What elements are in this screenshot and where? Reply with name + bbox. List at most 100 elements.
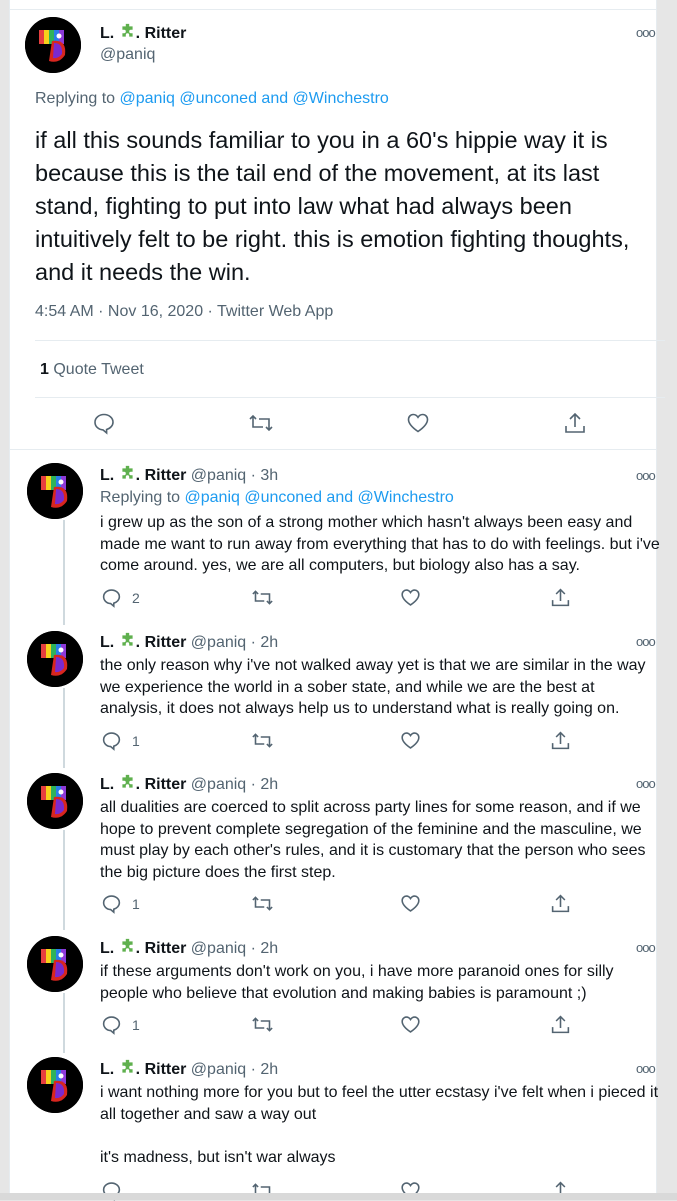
share-button[interactable] (563, 411, 587, 435)
handle-time[interactable]: @paniq · 2h (191, 634, 278, 651)
reply-button[interactable]: 2 (101, 587, 140, 608)
handle-time[interactable]: @paniq · 2h (191, 776, 278, 793)
more-icon[interactable]: ooo (636, 1061, 656, 1076)
like-button[interactable] (400, 893, 421, 914)
reply-button[interactable]: 1 (101, 1014, 140, 1035)
more-icon[interactable]: ooo (636, 940, 656, 955)
quote-label: Quote Tweet (53, 361, 144, 378)
handle-time[interactable]: @paniq · 2h (191, 940, 278, 957)
puzzle-icon (119, 23, 136, 42)
reply-button[interactable] (92, 411, 116, 435)
share-icon (550, 893, 571, 914)
name-suffix: . Ritter (135, 1061, 187, 1078)
handle-time[interactable]: @paniq · 2h (191, 1061, 278, 1078)
share-icon (563, 411, 587, 435)
more-icon[interactable]: ooo (636, 468, 656, 483)
author-name[interactable]: L. . Ritter (100, 1059, 187, 1078)
reply-icon (101, 893, 122, 914)
retweet-icon (251, 587, 274, 608)
reply-count: 1 (132, 732, 140, 749)
share-button[interactable] (550, 893, 571, 914)
reply-text: all dualities are coerced to split acros… (100, 799, 650, 881)
more-icon[interactable]: ooo (636, 776, 656, 791)
retweet-icon (251, 893, 274, 914)
replying-label: Replying to (35, 90, 116, 107)
reply-button[interactable]: 1 (101, 893, 140, 914)
puzzle-icon (119, 938, 136, 957)
avatar[interactable] (27, 631, 83, 687)
tweet-timestamp[interactable]: 4:54 AM · Nov 16, 2020 · Twitter Web App (35, 303, 333, 321)
retweet-button[interactable] (251, 1014, 274, 1035)
like-button[interactable] (400, 1014, 421, 1035)
author-name[interactable]: L. . Ritter (100, 632, 186, 651)
reply-header: L. . Ritter @paniq · 2h (100, 774, 278, 794)
reply-text: i want nothing more for you but to feel … (100, 1084, 659, 1166)
reply-text: the only reason why i've not walked away… (100, 657, 650, 717)
avatar[interactable] (25, 17, 81, 73)
like-button[interactable] (406, 411, 430, 435)
share-icon (550, 730, 571, 751)
retweet-button[interactable] (251, 587, 274, 608)
author-handle[interactable]: @paniq (100, 46, 155, 64)
avatar[interactable] (27, 463, 83, 519)
divider (35, 340, 665, 341)
like-icon (400, 893, 421, 914)
reply-icon (101, 587, 122, 608)
share-button[interactable] (550, 1014, 571, 1035)
retweet-icon (251, 730, 274, 751)
retweet-button[interactable] (248, 411, 274, 435)
reply-icon (92, 411, 116, 435)
author-name[interactable]: L. . Ritter (100, 23, 186, 43)
retweet-button[interactable] (251, 893, 274, 914)
tweet-thread-card: L. . Ritter @paniq ooo Replying to @pani… (9, 0, 665, 1201)
replying-label: Replying to (100, 489, 181, 506)
reply-header: L. . Ritter @paniq · 2h (100, 632, 278, 652)
avatar[interactable] (27, 1057, 83, 1113)
more-icon[interactable]: ooo (636, 634, 656, 649)
name-prefix: L. (100, 634, 115, 651)
like-button[interactable] (400, 730, 421, 751)
reply-button[interactable]: 1 (101, 730, 140, 751)
reply-header: L. . Ritter @paniq · 3h (100, 465, 278, 485)
reply-icon (101, 730, 122, 751)
reply-text: if these arguments don't work on you, i … (100, 963, 618, 1002)
puzzle-icon (119, 632, 136, 651)
replying-to-link[interactable]: @paniq @unconed and @Winchestro (120, 90, 389, 107)
avatar[interactable] (27, 773, 83, 829)
name-suffix: . Ritter (135, 25, 187, 42)
avatar[interactable] (27, 936, 83, 992)
reply-text: i grew up as the son of a strong mother … (100, 514, 665, 574)
retweet-button[interactable] (251, 730, 274, 751)
puzzle-icon (119, 1059, 136, 1078)
reply-count: 2 (132, 589, 140, 606)
quote-tweet-count[interactable]: 1 Quote Tweet (40, 361, 144, 379)
reply-count: 1 (132, 895, 140, 912)
more-icon[interactable]: ooo (636, 25, 656, 40)
like-button[interactable] (400, 587, 421, 608)
author-name[interactable]: L. . Ritter (100, 465, 187, 484)
share-icon (550, 1014, 571, 1035)
author-name[interactable]: L. . Ritter (100, 938, 186, 957)
divider (10, 449, 656, 450)
name-suffix: . Ritter (135, 467, 187, 484)
reply-header: L. . Ritter @paniq · 2h (100, 1059, 278, 1079)
like-icon (406, 411, 430, 435)
like-icon (400, 1014, 421, 1035)
reply-count: 1 (132, 1016, 140, 1033)
top-border (10, 9, 656, 10)
name-prefix: L. (100, 25, 115, 42)
replying-to-link[interactable]: @paniq @unconed and @Winchestro (185, 489, 454, 506)
thread-line (63, 520, 65, 625)
handle-time[interactable]: @paniq · 3h (191, 467, 278, 484)
thread-line (63, 830, 65, 930)
retweet-icon (251, 1014, 274, 1035)
share-button[interactable] (550, 587, 571, 608)
replying-to: Replying to @paniq @unconed and @Winches… (35, 90, 389, 108)
name-prefix: L. (100, 776, 115, 793)
author-name[interactable]: L. . Ritter (100, 774, 186, 793)
replying-to: Replying to @paniq @unconed and @Winches… (100, 489, 454, 507)
thread-line (63, 688, 65, 768)
share-button[interactable] (550, 730, 571, 751)
puzzle-icon (119, 774, 136, 793)
like-icon (400, 730, 421, 751)
